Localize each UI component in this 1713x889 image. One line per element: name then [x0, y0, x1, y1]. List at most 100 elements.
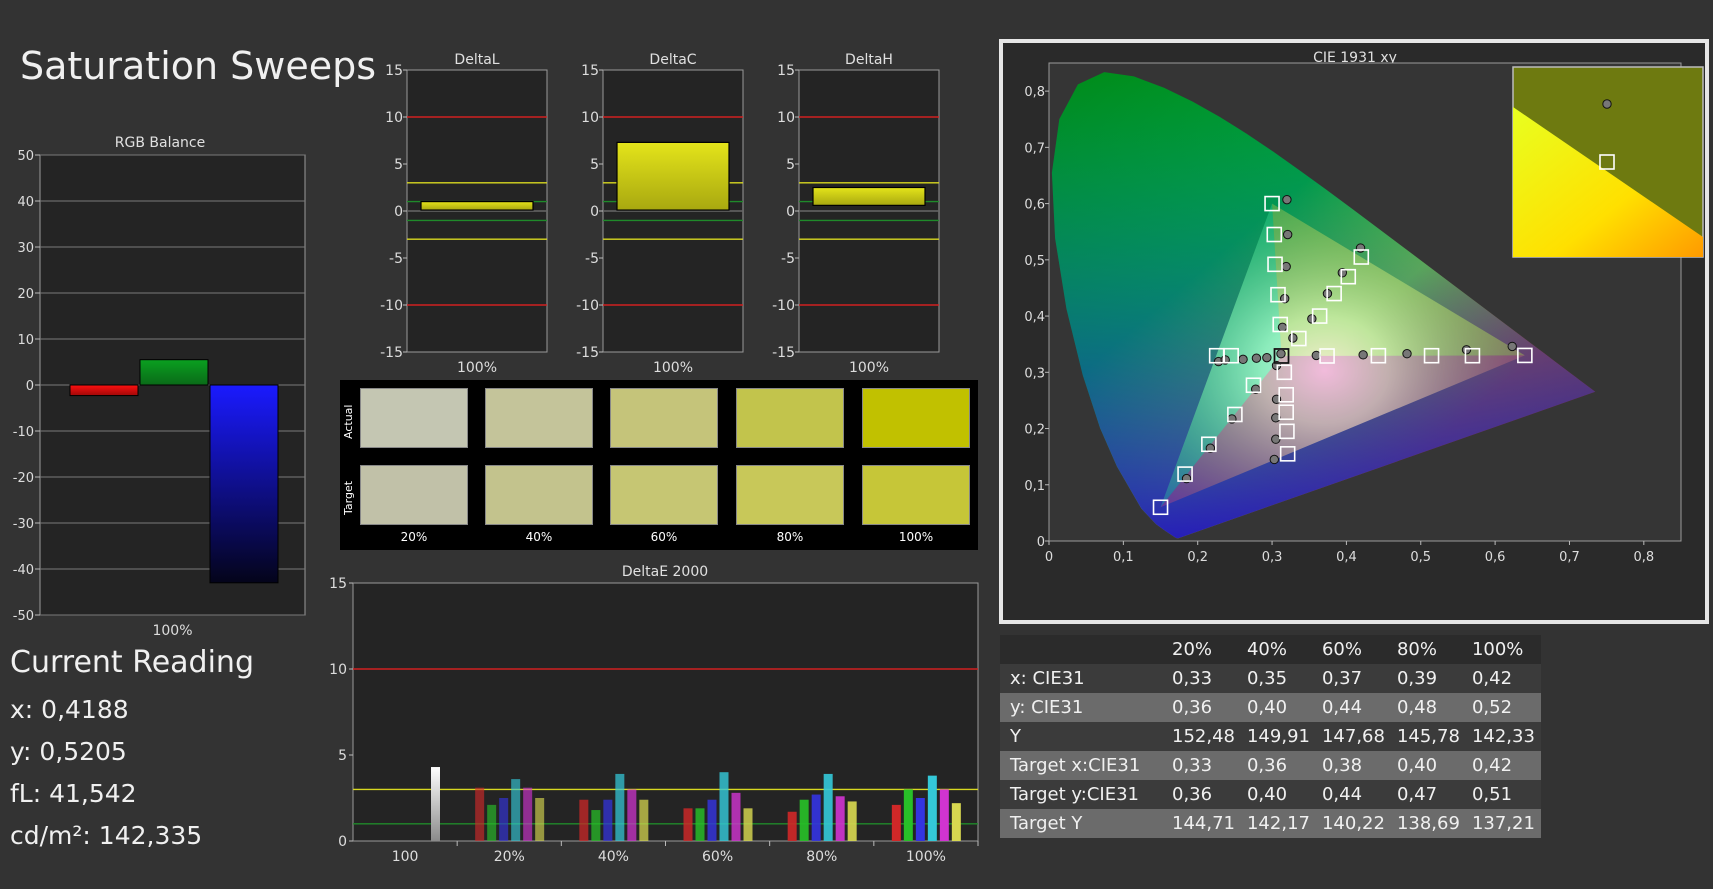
page-title: Saturation Sweeps: [20, 44, 377, 88]
rgb-bar-green: [139, 359, 209, 386]
swatch-percent-label: 100%: [898, 530, 934, 544]
deltae-bar: [627, 789, 637, 841]
delta-x-label: 100%: [849, 360, 889, 375]
deltae-bar: [787, 811, 797, 841]
deltae-2000-chart: 15 10 5 0 100 20% 40% 60% 80% 100%: [329, 576, 979, 865]
deltae-bar: [475, 787, 485, 841]
measured-point: [1507, 341, 1517, 352]
cie-1931-chart: 0 0,1 0,2 0,3 0,4 0,5 0,6 0,7 0,8 0 0,1 0,2 0,3 0,4 0,…: [1024, 62, 1704, 565]
measured-point: [1277, 322, 1288, 333]
inset-measured-point: [1602, 99, 1612, 109]
deltae-bar: [579, 799, 589, 841]
row-label: Target Y: [1004, 809, 1166, 838]
table-header-cell: 100%: [1465, 635, 1541, 664]
table-cell: 0,52: [1465, 693, 1541, 722]
table-header-cell: 20%: [1166, 635, 1241, 664]
deltae-bar: [499, 798, 509, 841]
table-cell: 0,40: [1240, 693, 1316, 722]
reading-y: y: 0,5205: [10, 737, 127, 766]
rgb-bar-red: [69, 384, 139, 397]
measured-point: [1238, 354, 1248, 365]
table-cell: 142,33: [1465, 722, 1541, 751]
reading-fl: fL: 41,542: [10, 779, 137, 808]
delta-y-tick-label: 0: [394, 204, 403, 220]
table-cell: 138,69: [1390, 809, 1466, 838]
deltae-bar: [523, 787, 533, 841]
table-cell: 0,47: [1390, 780, 1466, 809]
table-cell: 0,35: [1240, 664, 1316, 693]
cie-x-tick-label: 0: [1045, 550, 1053, 565]
measured-point: [1282, 194, 1292, 205]
actual-swatch: [360, 388, 468, 448]
table-cell: 147,68: [1315, 722, 1391, 751]
swatch-percent-label: 60%: [650, 530, 678, 544]
measured-point: [1307, 314, 1317, 324]
actual-swatch: [610, 388, 718, 448]
table-cell: 145,78: [1390, 722, 1466, 751]
cie-y-tick-label: 0,3: [1024, 366, 1045, 381]
delta-y-tick-label: -15: [576, 345, 599, 361]
table-cell: 149,91: [1240, 722, 1316, 751]
rgb-y-tick-label: -20: [13, 471, 34, 486]
table-row: Target y:CIE31 0,36 0,40 0,44 0,47 0,51: [1000, 780, 1541, 809]
table-cell: 144,71: [1166, 809, 1241, 838]
delta-y-tick-label: -5: [781, 251, 795, 267]
rgb-y-tick-label: -30: [13, 517, 34, 532]
deltae-x-label: 20%: [494, 849, 525, 865]
table-row: Target x:CIE31 0,33 0,36 0,38 0,40 0,42: [1000, 751, 1541, 780]
delta-bar: [812, 186, 926, 206]
deltae-bar: [487, 804, 497, 841]
swatch-percent-label: 80%: [776, 530, 804, 544]
rgb-y-tick-label: 20: [17, 287, 34, 302]
table-cell: 152,48: [1166, 722, 1241, 751]
table-cell: 0,51: [1465, 780, 1541, 809]
rgb-x-label: 100%: [152, 623, 192, 639]
delta-y-tick-label: -10: [380, 298, 403, 314]
table-cell: 0,42: [1465, 751, 1541, 780]
deltae-bar: [615, 773, 625, 841]
measured-point: [1271, 434, 1281, 444]
deltae-bar: [835, 796, 845, 841]
delta-y-tick-label: 10: [777, 110, 795, 126]
delta-y-tick-label: 15: [385, 63, 403, 79]
delta-y-tick-label: 5: [786, 157, 795, 173]
rgb-y-tick-label: -40: [13, 563, 34, 578]
deltae-bar: [591, 810, 601, 841]
cie-x-tick-label: 0,4: [1336, 550, 1357, 565]
delta-chart-title: DeltaC: [649, 52, 696, 68]
cie-y-tick-label: 0,2: [1024, 423, 1045, 438]
row-label: x: CIE31: [1004, 664, 1166, 693]
deltae-bar: [939, 789, 949, 841]
rgb-y-tick-label: 40: [17, 195, 34, 210]
table-cell: 0,48: [1390, 693, 1466, 722]
delta-y-tick-label: 10: [581, 110, 599, 126]
measured-point: [1355, 243, 1366, 253]
row-label: Target y:CIE31: [1004, 780, 1166, 809]
rgb-balance-chart: 50 40 30 20 10 0 -10 -20 -30 -40 -50 100%: [13, 150, 306, 639]
swatch-percent-label: 20%: [400, 530, 428, 544]
table-cell: 0,36: [1166, 780, 1241, 809]
cie-y-tick-label: 0,5: [1024, 254, 1045, 269]
rgb-y-tick-label: 0: [26, 379, 34, 394]
deltae-y-tick-label: 10: [329, 662, 347, 678]
cie-y-tick-label: 0,7: [1024, 141, 1045, 156]
deltae-bar: [603, 799, 613, 841]
reading-cdm2: cd/m²: 142,335: [10, 821, 203, 850]
table-row: y: CIE31 0,36 0,40 0,44 0,48 0,52: [1000, 693, 1541, 722]
rgb-bar-blue: [209, 384, 279, 584]
delta-y-tick-label: -10: [772, 298, 795, 314]
deltae-x-label: 100%: [906, 849, 946, 865]
table-header-cell: 80%: [1390, 635, 1466, 664]
delta-y-tick-label: 0: [786, 204, 795, 220]
cie-y-tick-label: 0,4: [1024, 310, 1045, 325]
table-header-cell: 40%: [1240, 635, 1316, 664]
target-swatch: [485, 465, 593, 525]
deltae-y-tick-label: 5: [338, 748, 347, 764]
cie-y-tick-label: 0: [1037, 535, 1045, 550]
deltae-x-label: 100: [392, 849, 419, 865]
reading-x: x: 0,4188: [10, 695, 129, 724]
delta-y-tick-label: -5: [585, 251, 599, 267]
delta-y-tick-label: 15: [581, 63, 599, 79]
measured-point: [1269, 454, 1279, 465]
table-cell: 0,36: [1166, 693, 1241, 722]
